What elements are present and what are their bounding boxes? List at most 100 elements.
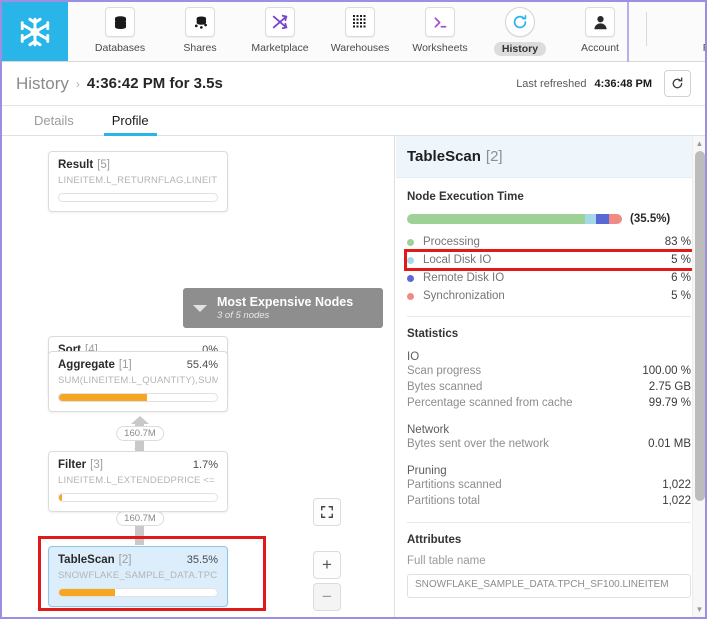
tooltip-text-block: Most Expensive Nodes 3 of 5 nodes [217, 295, 353, 321]
node-tablescan-head: TableScan [2] 35.5% [58, 554, 218, 566]
marketplace-shuffle-icon [265, 7, 295, 37]
warehouse-grid-icon [345, 7, 375, 37]
detail-title: TableScan [407, 148, 481, 165]
tab-details[interactable]: Details [26, 113, 82, 135]
last-refreshed-label: Last refreshed [516, 77, 587, 90]
zoom-out-icon: − [313, 583, 341, 611]
stat-row-percentage-cache: Percentage scanned from cache 99.79 % [407, 397, 691, 413]
stat-name-percentage-cache: Percentage scanned from cache [407, 397, 573, 409]
legend-value-remote-disk-io: 6 % [671, 272, 691, 284]
query-plan-graph[interactable]: 4 4 160.7M 160.7M Result [5] LINEITEM.L_… [2, 136, 395, 617]
stat-name-partitions-total: Partitions total [407, 495, 480, 507]
snowflake-logo-icon [20, 17, 50, 46]
worksheets-terminal-icon [425, 7, 455, 37]
breadcrumb-history[interactable]: History [16, 74, 69, 94]
stat-value-percentage-cache: 99.79 % [648, 397, 691, 409]
nav-item-marketplace[interactable]: Marketplace [240, 2, 320, 54]
legend-row-remote-disk-io: Remote Disk IO 6 % [407, 270, 691, 286]
node-result-name: Result [58, 159, 94, 171]
stat-value-partitions-scanned: 1,022 [662, 479, 691, 491]
node-filter-name: Filter [58, 459, 87, 471]
node-result[interactable]: Result [5] LINEITEM.L_RETURNFLAG,LINEIT [48, 151, 228, 212]
snowflake-logo[interactable] [2, 2, 68, 61]
stat-row-bytes-sent: Bytes sent over the network 0.01 MB [407, 438, 691, 454]
edge-label-3: 160.7M [116, 511, 164, 526]
node-filter-subtitle: LINEITEM.L_EXTENDEDPRICE <= 20000 [58, 475, 218, 486]
stat-name-partitions-scanned: Partitions scanned [407, 479, 502, 491]
node-execution-time-title: Node Execution Time [407, 191, 524, 203]
legend-row-processing: Processing 83 % [407, 234, 691, 250]
legend-label-remote-disk-io: Remote Disk IO [423, 272, 505, 284]
node-aggregate-pct: 55.4% [186, 359, 218, 371]
node-aggregate-bar [58, 393, 218, 402]
nav-item-databases[interactable]: Databases [80, 2, 160, 54]
nav-item-history[interactable]: History [480, 2, 560, 56]
legend-dot-processing [407, 238, 414, 246]
node-filter-pct: 1.7% [192, 459, 218, 471]
nav-label-databases: Databases [94, 42, 146, 54]
nav-label-warehouses: Warehouses [330, 42, 390, 54]
stat-row-partitions-scanned: Partitions scanned 1,022 [407, 479, 691, 495]
account-person-icon [585, 7, 615, 37]
legend-dot-remote-disk-io [407, 274, 414, 282]
bar-segment-local-disk-io [585, 214, 597, 224]
edge-label-2: 160.7M [116, 426, 164, 441]
node-result-bar [58, 193, 218, 202]
scroll-down-arrow-icon[interactable]: ▼ [693, 603, 705, 616]
node-result-subtitle: LINEITEM.L_RETURNFLAG,LINEIT [58, 175, 218, 186]
nav-item-worksheets[interactable]: Worksheets [400, 2, 480, 54]
node-tablescan-subtitle: SNOWFLAKE_SAMPLE_DATA.TPCH_SF100.... [58, 570, 218, 581]
legend-label-processing: Processing [423, 236, 480, 248]
node-aggregate-name: Aggregate [58, 359, 115, 371]
nav-label-worksheets: Worksheets [412, 42, 468, 54]
node-tablescan-id: [2] [118, 554, 132, 566]
edge-arrow-aggregate [131, 416, 149, 424]
refresh-button[interactable] [664, 70, 691, 97]
node-filter[interactable]: Filter [3] 1.7% LINEITEM.L_EXTENDEDPRICE… [48, 451, 228, 512]
shares-icon [185, 7, 215, 37]
node-aggregate[interactable]: Aggregate [1] 55.4% SUM(LINEITEM.L_QUANT… [48, 351, 228, 412]
nav-item-partner-connect[interactable]: Partner Conn [689, 2, 705, 54]
execution-time-bar: (35.5%) [407, 213, 691, 225]
stat-row-partitions-total: Partitions total 1,022 [407, 495, 691, 511]
scrollbar-thumb[interactable] [695, 151, 705, 501]
most-expensive-nodes-tooltip[interactable]: Most Expensive Nodes 3 of 5 nodes [183, 288, 383, 328]
zoom-in-icon: + [313, 551, 341, 579]
snowflake-query-profile-window: Databases Shares Marketplace Warehouses … [0, 0, 707, 619]
node-result-id: [5] [97, 159, 110, 171]
legend-value-synchronization: 5 % [671, 290, 691, 302]
attribute-label-full-table-name: Full table name [407, 555, 486, 567]
node-aggregate-head: Aggregate [1] 55.4% [58, 359, 218, 371]
legend-label-local-disk-io: Local Disk IO [423, 254, 492, 266]
tab-profile[interactable]: Profile [103, 113, 157, 136]
bar-segment-synchronization [609, 214, 622, 224]
nav-item-warehouses[interactable]: Warehouses [320, 2, 400, 54]
node-tablescan[interactable]: TableScan [2] 35.5% SNOWFLAKE_SAMPLE_DAT… [48, 546, 228, 607]
stat-row-scan-progress: Scan progress 100.00 % [407, 365, 691, 381]
stat-group-pruning: Pruning Partitions scanned 1,022 Partiti… [407, 465, 691, 511]
node-tablescan-bar [58, 588, 218, 597]
node-result-head: Result [5] [58, 159, 218, 171]
node-aggregate-subtitle: SUM(LINEITEM.L_QUANTITY),SUM(LINEIT... [58, 375, 218, 386]
scroll-up-arrow-icon[interactable]: ▲ [693, 137, 705, 150]
attribute-value-full-table-name[interactable]: SNOWFLAKE_SAMPLE_DATA.TPCH_SF100.LINEITE… [407, 574, 691, 598]
node-aggregate-id: [1] [118, 359, 132, 371]
detail-scrollbar[interactable]: ▲ ▼ [692, 136, 705, 617]
nav-label-partner-connect: Partner Conn [703, 42, 705, 54]
stat-group-label-pruning: Pruning [407, 465, 447, 477]
legend-label-synchronization: Synchronization [423, 290, 505, 302]
detail-node-id: [2] [485, 148, 503, 165]
stat-group-network: Network Bytes sent over the network 0.01… [407, 424, 691, 454]
zoom-in-button[interactable]: + [313, 551, 341, 579]
legend-value-local-disk-io: 5 % [671, 254, 691, 266]
divider-2 [407, 522, 691, 523]
nav-label-history: History [493, 42, 547, 56]
stat-value-bytes-scanned: 2.75 GB [648, 381, 691, 393]
nav-label-shares: Shares [183, 42, 217, 54]
divider-1 [407, 316, 691, 317]
nav-item-shares[interactable]: Shares [160, 2, 240, 54]
zoom-out-button[interactable]: − [313, 583, 341, 611]
fit-to-screen-button[interactable] [313, 498, 341, 526]
top-navigation-bar: Databases Shares Marketplace Warehouses … [2, 2, 705, 62]
stat-value-partitions-total: 1,022 [662, 495, 691, 507]
